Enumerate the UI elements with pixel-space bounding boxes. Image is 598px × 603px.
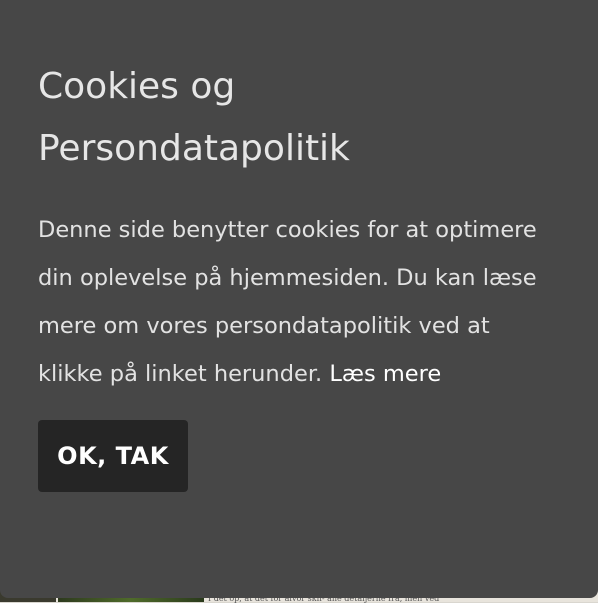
read-more-link[interactable]: Læs mere bbox=[329, 361, 441, 387]
dialog-message: Denne side benytter cookies for at optim… bbox=[38, 206, 553, 398]
accept-cookies-button[interactable]: OK, TAK bbox=[38, 420, 188, 492]
dialog-title: Cookies og Persondatapolitik bbox=[38, 66, 350, 169]
cookie-consent-dialog: Cookies og Persondatapolitik Denne side … bbox=[0, 0, 598, 598]
dialog-message-text: Denne side benytter cookies for at optim… bbox=[38, 217, 537, 387]
